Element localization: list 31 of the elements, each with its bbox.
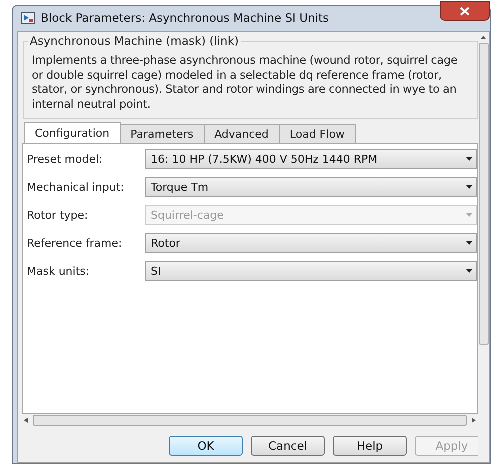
- left-arrow-icon[interactable]: [24, 418, 29, 422]
- dropdown[interactable]: SI: [145, 261, 477, 281]
- dialog-button[interactable]: OK: [169, 436, 243, 456]
- field-label: Preset model:: [27, 152, 104, 166]
- dialog-button[interactable]: Help: [333, 436, 407, 456]
- field-label: Mask units:: [27, 264, 91, 278]
- scroll-thumb[interactable]: [478, 43, 488, 345]
- field-label: Mechanical input:: [27, 180, 126, 194]
- dropdown[interactable]: Rotor: [145, 233, 477, 253]
- dropdown[interactable]: 16: 10 HP (7.5KW) 400 V 50Hz 1440 RPM: [145, 149, 477, 169]
- tab[interactable]: Parameters: [120, 124, 205, 143]
- field-label: Reference frame:: [27, 236, 124, 250]
- group-title: Asynchronous Machine (mask) (link): [28, 34, 241, 48]
- caret-icon: [466, 157, 473, 161]
- up-arrow-icon[interactable]: [481, 35, 486, 40]
- description-text: Implements a three-phase asynchronous machine (wound rotor, squirrel cage or double squirrel cage) modeled in a selectable dq reference frame (rotor, stator, or synchronous). Stator and rotor windings are connected in wye to an internal neutral point.: [32, 54, 459, 112]
- field-label: Rotor type:: [27, 208, 90, 222]
- close-icon: [460, 6, 470, 16]
- caret-icon: [466, 269, 473, 273]
- caret-icon: [466, 241, 473, 245]
- app-icon: [21, 12, 35, 24]
- caret-icon: [466, 185, 473, 189]
- right-arrow-icon[interactable]: [471, 418, 476, 422]
- dialog-button[interactable]: Cancel: [251, 436, 325, 456]
- dropdown[interactable]: Torque Tm: [145, 177, 477, 197]
- tab[interactable]: Advanced: [204, 124, 280, 143]
- close-button[interactable]: [440, 1, 490, 21]
- tab[interactable]: Load Flow: [278, 124, 356, 143]
- caret-icon: [466, 213, 473, 217]
- window-title: Block Parameters: Asynchronous Machine SI Units: [41, 11, 329, 25]
- tab[interactable]: Configuration: [24, 122, 121, 143]
